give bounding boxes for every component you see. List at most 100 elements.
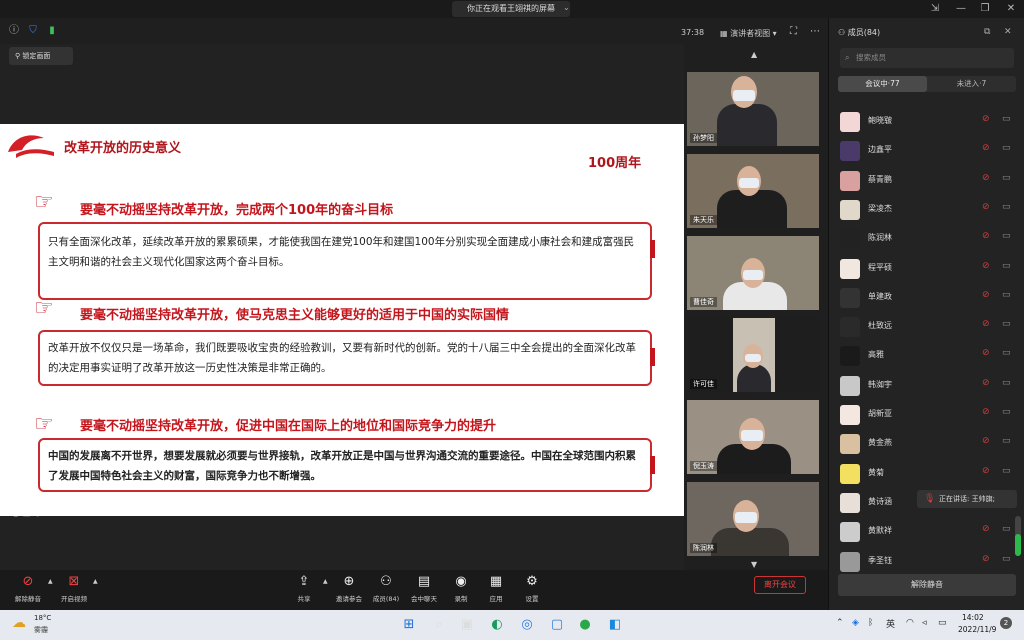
unmute-button[interactable]: ⊘ 解除静音	[8, 573, 48, 603]
member-row[interactable]: 蔡青鹏 ⊘ ▭	[838, 168, 1018, 192]
video-tile[interactable]: 朱天乐	[687, 154, 819, 228]
wechat-icon[interactable]: ●	[574, 614, 596, 636]
mic-off-icon[interactable]: ⊘	[982, 554, 990, 564]
app-icon[interactable]: ◧	[604, 614, 626, 636]
search-icon[interactable]: ⌕	[428, 614, 450, 636]
camera-icon[interactable]: ▭	[1002, 319, 1011, 329]
camera-icon[interactable]: ▭	[1002, 554, 1011, 564]
edge-icon[interactable]: ◐	[486, 614, 508, 636]
video-tile[interactable]: 孙梦阳	[687, 72, 819, 146]
mic-off-icon[interactable]: ⊘	[982, 202, 990, 212]
shield-icon[interactable]: ⛉	[27, 25, 39, 37]
mic-off-icon[interactable]: ⊘	[982, 524, 990, 534]
more-icon[interactable]: ⋯	[810, 26, 820, 37]
camera-icon[interactable]: ▭	[1002, 202, 1011, 212]
settings-button[interactable]: ⚙ 设置	[512, 573, 552, 603]
mic-off-icon[interactable]: ⊘	[982, 319, 990, 329]
camera-icon[interactable]: ▭	[1002, 143, 1011, 153]
member-row[interactable]: 杜致远 ⊘ ▭	[838, 314, 1018, 338]
meeting-app-icon[interactable]: ◎	[516, 614, 538, 636]
clock-time[interactable]: 14:02	[962, 613, 984, 622]
camera-icon[interactable]: ▭	[1002, 261, 1011, 271]
close-panel-icon[interactable]: ✕	[1004, 27, 1012, 37]
member-search-input[interactable]: 搜索成员	[840, 48, 1014, 68]
close-icon[interactable]: ✕	[1004, 2, 1018, 16]
volume-icon[interactable]: ◃	[922, 618, 927, 628]
lock-screen-button[interactable]: ⚲ 锁定画面	[9, 47, 73, 65]
tab-not-joined[interactable]: 未进入·7	[927, 76, 1016, 92]
chevron-down-icon[interactable]: ⌄	[563, 3, 570, 12]
member-row[interactable]: 黄金燕 ⊘ ▭	[838, 431, 1018, 455]
member-row[interactable]: 高雅 ⊘ ▭	[838, 343, 1018, 367]
app-tray-icon[interactable]: ◈	[852, 618, 859, 628]
start-icon[interactable]: ⊞	[398, 614, 420, 636]
weather-icon[interactable]: ☁	[12, 615, 26, 631]
signal-icon[interactable]: ▮	[46, 25, 58, 37]
mic-off-icon[interactable]: ⊘	[982, 143, 990, 153]
invite-button[interactable]: ⊕ 邀请参会	[329, 573, 369, 603]
bluetooth-icon[interactable]: ᛒ	[868, 618, 873, 628]
camera-icon[interactable]: ▭	[1002, 407, 1011, 417]
video-tile[interactable]: 陈润林	[687, 482, 819, 556]
mic-off-icon[interactable]: ⊘	[982, 407, 990, 417]
member-row[interactable]: 陈润林 ⊘ ▭	[838, 226, 1018, 250]
camera-icon[interactable]: ▭	[1002, 114, 1011, 124]
chevron-up-icon[interactable]: ▲	[48, 578, 53, 585]
member-row[interactable]: 边鑫平 ⊘ ▭	[838, 138, 1018, 162]
member-row[interactable]: 梁凌杰 ⊘ ▭	[838, 197, 1018, 221]
chevron-up-icon[interactable]: ▲	[323, 578, 328, 585]
member-row[interactable]: 鲍晓皲 ⊘ ▭	[838, 109, 1018, 133]
tab-in-meeting[interactable]: 会议中·77	[838, 76, 927, 92]
maximize-icon[interactable]: ❐	[978, 2, 992, 16]
task-view-icon[interactable]: ▣	[456, 614, 478, 636]
member-row[interactable]: 韩洳宇 ⊘ ▭	[838, 373, 1018, 397]
popout-icon[interactable]: ⧉	[984, 27, 990, 37]
video-tile[interactable]: 许可佳	[687, 318, 819, 392]
mic-off-icon[interactable]: ⊘	[982, 261, 990, 271]
video-tile[interactable]: 曹佳奇	[687, 236, 819, 310]
scroll-up-icon[interactable]: ▲	[751, 50, 757, 59]
member-row[interactable]: 季圣钰 ⊘ ▭	[838, 549, 1018, 573]
camera-icon[interactable]: ▭	[1002, 348, 1011, 358]
notification-badge[interactable]: 2	[1000, 617, 1012, 629]
scrollbar-thumb[interactable]	[1015, 534, 1021, 556]
share-button[interactable]: ⇪ 共享	[284, 573, 324, 603]
mic-off-icon[interactable]: ⊘	[982, 231, 990, 241]
member-row[interactable]: 单建政 ⊘ ▭	[838, 285, 1018, 309]
camera-icon[interactable]: ▭	[1002, 466, 1011, 476]
info-icon[interactable]: ⓘ	[8, 25, 20, 37]
mic-off-icon[interactable]: ⊘	[982, 173, 990, 183]
member-row[interactable]: 黄菊 ⊘ ▭	[838, 461, 1018, 485]
record-button[interactable]: ◉ 录制	[441, 573, 481, 603]
member-row[interactable]: 程平硕 ⊘ ▭	[838, 256, 1018, 280]
start-video-button[interactable]: ⊠ 开启视频	[54, 573, 94, 603]
scrollbar[interactable]	[1015, 516, 1021, 556]
pin-icon[interactable]: ⇲	[928, 2, 942, 16]
mic-off-icon[interactable]: ⊘	[982, 436, 990, 446]
member-row[interactable]: 黄默祥 ⊘ ▭	[838, 519, 1018, 543]
scroll-down-icon[interactable]: ▼	[751, 560, 757, 569]
camera-icon[interactable]: ▭	[1002, 378, 1011, 388]
apps-button[interactable]: ▦ 应用	[476, 573, 516, 603]
wifi-icon[interactable]: ◠	[906, 618, 914, 628]
meeting-icon[interactable]: ▢	[546, 614, 568, 636]
chevron-up-icon[interactable]: ▲	[93, 578, 98, 585]
video-tile[interactable]: 倪玉涛	[687, 400, 819, 474]
camera-icon[interactable]: ▭	[1002, 231, 1011, 241]
members-button[interactable]: ⚇ 成员(84)	[366, 573, 406, 603]
camera-icon[interactable]: ▭	[1002, 290, 1011, 300]
view-mode-button[interactable]: ▦ 演讲者视图 ▾	[720, 28, 777, 39]
unmute-all-button[interactable]: 解除静音	[838, 574, 1016, 596]
mic-off-icon[interactable]: ⊘	[982, 114, 990, 124]
camera-icon[interactable]: ▭	[1002, 436, 1011, 446]
fullscreen-icon[interactable]: ⛶	[790, 26, 797, 37]
member-row[interactable]: 胡新亚 ⊘ ▭	[838, 402, 1018, 426]
battery-icon[interactable]: ▭	[938, 618, 947, 628]
mic-off-icon[interactable]: ⊘	[982, 290, 990, 300]
camera-icon[interactable]: ▭	[1002, 524, 1011, 534]
chevron-up-icon[interactable]: ⌃	[836, 618, 844, 628]
camera-icon[interactable]: ▭	[1002, 173, 1011, 183]
mic-off-icon[interactable]: ⊘	[982, 378, 990, 388]
minimize-icon[interactable]: —	[954, 2, 968, 16]
mic-off-icon[interactable]: ⊘	[982, 348, 990, 358]
